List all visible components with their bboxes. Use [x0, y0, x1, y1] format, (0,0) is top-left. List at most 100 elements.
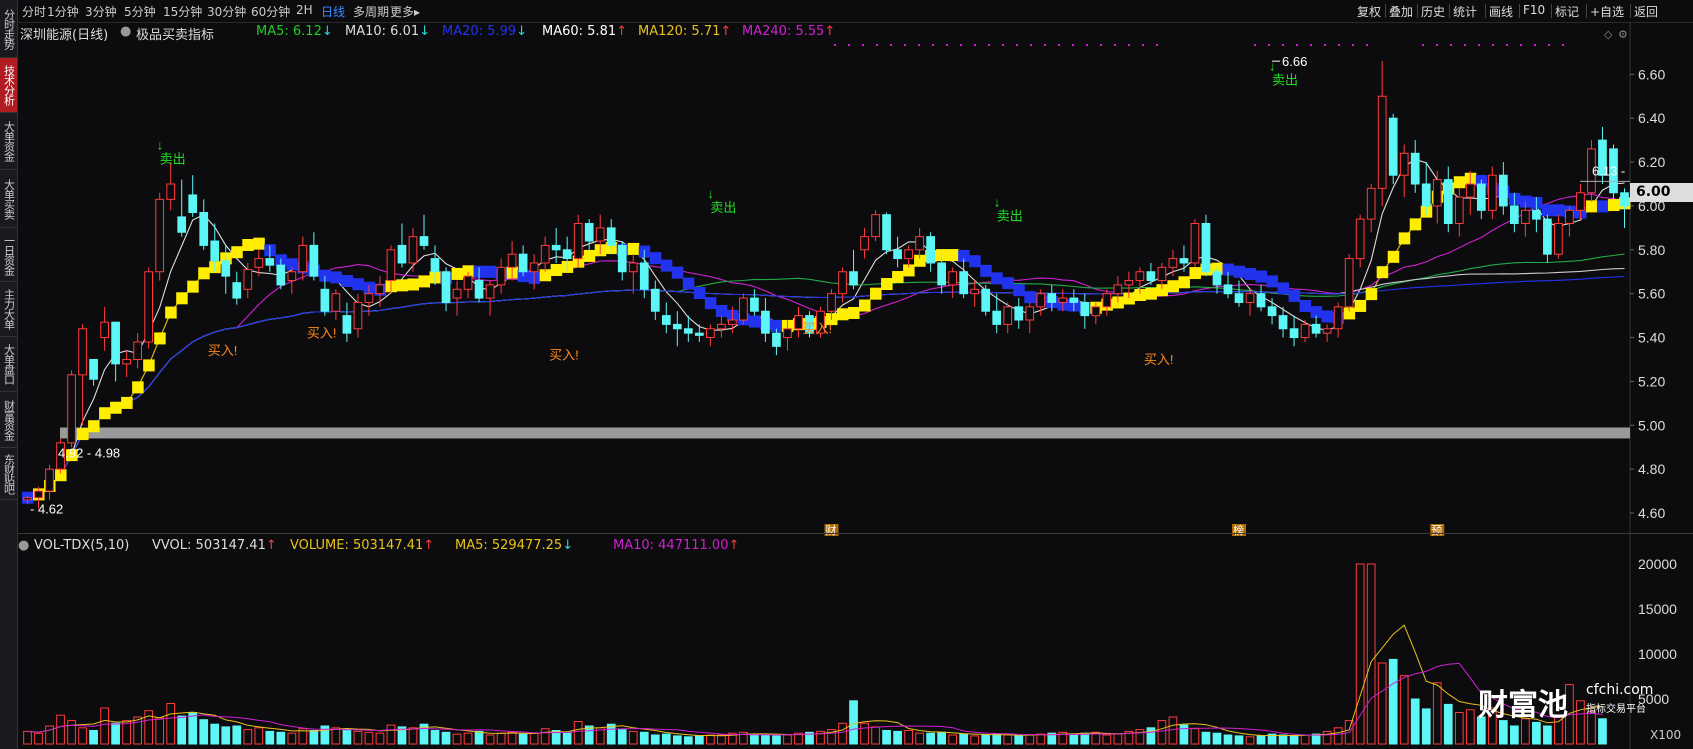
- volume-bar[interactable]: [639, 731, 649, 745]
- candle[interactable]: [463, 271, 473, 299]
- candle[interactable]: [717, 315, 726, 338]
- volume-bar[interactable]: [717, 734, 726, 745]
- volume-bar[interactable]: [342, 729, 352, 745]
- volume-bar[interactable]: [562, 732, 572, 745]
- candle[interactable]: [1355, 214, 1365, 268]
- volume-bar[interactable]: [452, 733, 462, 745]
- candle[interactable]: [375, 276, 385, 307]
- candle[interactable]: [672, 311, 682, 347]
- volume-bar[interactable]: [1366, 563, 1376, 745]
- volume-bar[interactable]: [1355, 563, 1365, 745]
- volume-bar[interactable]: [694, 735, 704, 745]
- volume-bar[interactable]: [166, 703, 176, 745]
- volume-bar[interactable]: [474, 730, 484, 745]
- volume-bar[interactable]: [750, 733, 759, 745]
- candle[interactable]: [1333, 302, 1343, 338]
- volume-bar[interactable]: [353, 730, 363, 745]
- candle[interactable]: [309, 232, 319, 281]
- volume-bar[interactable]: [45, 725, 54, 745]
- volume-bar[interactable]: [364, 731, 374, 745]
- candle[interactable]: [166, 162, 176, 211]
- candle[interactable]: [199, 199, 209, 250]
- candle[interactable]: [650, 280, 660, 320]
- candle[interactable]: [287, 267, 297, 294]
- volume-bar[interactable]: [1135, 729, 1145, 745]
- volume-bar[interactable]: [1432, 682, 1442, 745]
- candle[interactable]: [1168, 249, 1178, 277]
- volume-bar[interactable]: [959, 733, 969, 745]
- candle[interactable]: [1025, 302, 1035, 334]
- candle[interactable]: [298, 236, 308, 281]
- volume-bar[interactable]: [1421, 708, 1431, 745]
- volume-bar[interactable]: [441, 731, 451, 745]
- candle[interactable]: [926, 232, 935, 272]
- candle[interactable]: [320, 276, 330, 316]
- volume-bar[interactable]: [133, 716, 142, 745]
- candle[interactable]: [78, 324, 87, 426]
- candle[interactable]: [1256, 284, 1266, 312]
- volume-bar[interactable]: [838, 722, 847, 745]
- candle[interactable]: [860, 227, 869, 259]
- volume-bar[interactable]: [540, 728, 550, 745]
- candle[interactable]: [529, 254, 539, 290]
- candle[interactable]: [1432, 170, 1442, 224]
- candle[interactable]: [1366, 184, 1376, 233]
- volume-bar[interactable]: [67, 720, 76, 745]
- volume-bar[interactable]: [1014, 735, 1024, 745]
- volume-bar[interactable]: [1598, 718, 1607, 745]
- candle[interactable]: [706, 324, 715, 347]
- volume-bar[interactable]: [970, 735, 980, 745]
- volume-bar[interactable]: [485, 734, 495, 745]
- volume-bar[interactable]: [1179, 724, 1189, 745]
- volume-bar[interactable]: [23, 730, 32, 745]
- volume-bar[interactable]: [463, 732, 473, 745]
- candle[interactable]: [1201, 214, 1211, 277]
- candle[interactable]: [111, 321, 120, 382]
- candle[interactable]: [904, 245, 913, 268]
- candle[interactable]: [882, 212, 891, 255]
- candle[interactable]: [67, 370, 76, 448]
- volume-bar[interactable]: [1146, 727, 1156, 745]
- candle[interactable]: [441, 267, 451, 312]
- candle[interactable]: [893, 236, 902, 268]
- volume-bar[interactable]: [783, 734, 792, 745]
- volume-bar[interactable]: [529, 732, 539, 745]
- candle[interactable]: [518, 245, 528, 277]
- volume-bar[interactable]: [309, 730, 319, 745]
- volume-bar[interactable]: [1532, 721, 1541, 745]
- volume-bar[interactable]: [210, 723, 220, 745]
- candle[interactable]: [761, 298, 770, 342]
- price-chart[interactable]: 6.60 6.40 6.20 6.00 5.80 5.60 5.40 5.20 5.00 4.80…: [0, 0, 1693, 749]
- volume-bar[interactable]: [849, 700, 858, 745]
- candle[interactable]: [1003, 302, 1013, 334]
- candle[interactable]: [419, 214, 429, 250]
- candle[interactable]: [1565, 205, 1574, 237]
- candle[interactable]: [871, 210, 880, 242]
- volume-bar[interactable]: [254, 727, 264, 745]
- candle[interactable]: [1080, 293, 1090, 329]
- candle[interactable]: [100, 306, 109, 351]
- volume-bar[interactable]: [706, 734, 715, 745]
- volume-bar[interactable]: [1465, 709, 1475, 745]
- volume-bar[interactable]: [287, 732, 297, 745]
- volume-bar[interactable]: [1036, 733, 1046, 745]
- volume-bar[interactable]: [1069, 733, 1079, 745]
- volume-bar[interactable]: [199, 719, 209, 745]
- candle[interactable]: [1498, 162, 1508, 215]
- volume-bar[interactable]: [772, 735, 781, 745]
- volume-bar[interactable]: [650, 734, 660, 745]
- candle[interactable]: [1179, 245, 1189, 272]
- candle[interactable]: [1212, 267, 1222, 294]
- volume-bar[interactable]: [1510, 725, 1519, 745]
- candle[interactable]: [540, 236, 550, 272]
- volume-bar[interactable]: [111, 722, 120, 745]
- volume-bar[interactable]: [871, 726, 880, 745]
- volume-bar[interactable]: [221, 726, 231, 745]
- candle[interactable]: [1554, 214, 1563, 259]
- candle[interactable]: [155, 192, 165, 281]
- candle[interactable]: [772, 328, 781, 356]
- volume-bar[interactable]: [276, 731, 286, 745]
- volume-bar[interactable]: [882, 730, 891, 745]
- volume-bar[interactable]: [1498, 720, 1508, 745]
- candle[interactable]: [915, 227, 924, 259]
